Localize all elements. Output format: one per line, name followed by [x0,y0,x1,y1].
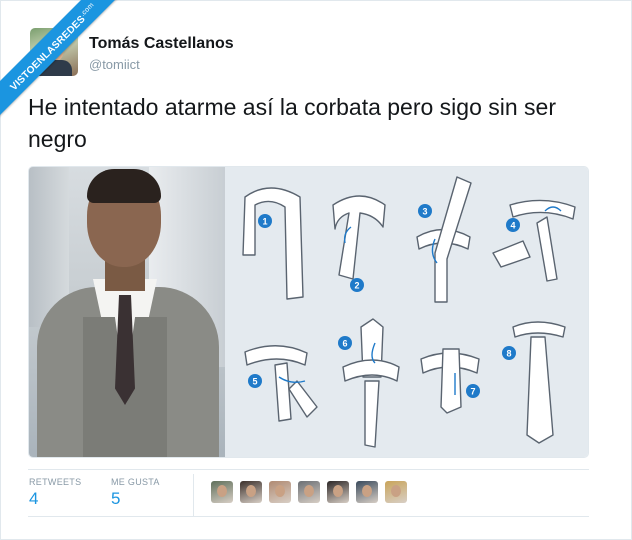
watermark-suffix: .com [79,1,96,19]
likes-count[interactable]: 5 [111,489,120,509]
step-number-6: 6 [342,339,347,349]
stats-separator [193,474,194,516]
watermark-ribbon: VISTOENLASREDES.com [0,0,130,130]
step-number-4: 4 [510,221,515,231]
liker-avatar-1[interactable] [211,481,233,503]
stats-bottom-divider [28,516,589,517]
tweet-media[interactable]: 1 2 3 4 5 6 7 8 [28,166,589,458]
liker-avatar-7[interactable] [385,481,407,503]
tie-knot-diagram: 1 2 3 4 5 6 7 8 [225,167,588,457]
step-number-7: 7 [470,387,475,397]
liker-avatar-4[interactable] [298,481,320,503]
step-number-5: 5 [252,377,257,387]
step-number-8: 8 [506,349,511,359]
liker-avatar-5[interactable] [327,481,349,503]
man-photo [29,167,225,457]
stats-top-divider [28,469,589,470]
liker-avatar-2[interactable] [240,481,262,503]
retweets-count[interactable]: 4 [29,489,38,509]
liker-avatar-6[interactable] [356,481,378,503]
liker-avatar-3[interactable] [269,481,291,503]
likes-label: ME GUSTA [111,477,160,487]
step-number-3: 3 [422,207,427,217]
step-number-2: 2 [354,281,359,291]
step-number-1: 1 [262,217,267,227]
retweets-label: RETWEETS [29,477,82,487]
watermark-text: VISTOENLASREDES [8,13,89,94]
